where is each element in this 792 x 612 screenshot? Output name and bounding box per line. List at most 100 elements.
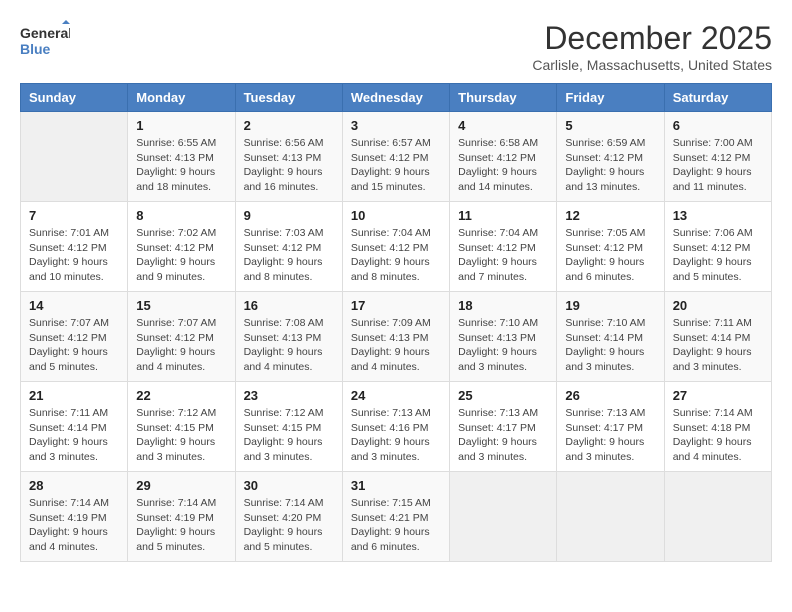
day-info: Sunrise: 7:12 AMSunset: 4:15 PMDaylight:… [136, 406, 226, 465]
day-info: Sunrise: 7:03 AMSunset: 4:12 PMDaylight:… [244, 226, 334, 285]
day-info: Sunrise: 6:57 AMSunset: 4:12 PMDaylight:… [351, 136, 441, 195]
day-info: Sunrise: 7:05 AMSunset: 4:12 PMDaylight:… [565, 226, 655, 285]
day-info: Sunrise: 6:59 AMSunset: 4:12 PMDaylight:… [565, 136, 655, 195]
day-number: 16 [244, 298, 334, 313]
day-info: Sunrise: 7:10 AMSunset: 4:13 PMDaylight:… [458, 316, 548, 375]
calendar-cell: 23 Sunrise: 7:12 AMSunset: 4:15 PMDayligh… [235, 382, 342, 472]
day-info: Sunrise: 7:11 AMSunset: 4:14 PMDaylight:… [673, 316, 763, 375]
day-number: 24 [351, 388, 441, 403]
calendar-cell: 10 Sunrise: 7:04 AMSunset: 4:12 PMDayligh… [342, 202, 449, 292]
day-info: Sunrise: 7:12 AMSunset: 4:15 PMDaylight:… [244, 406, 334, 465]
calendar-cell: 9 Sunrise: 7:03 AMSunset: 4:12 PMDaylight… [235, 202, 342, 292]
calendar-cell: 29 Sunrise: 7:14 AMSunset: 4:19 PMDayligh… [128, 472, 235, 562]
calendar-week-row: 7 Sunrise: 7:01 AMSunset: 4:12 PMDaylight… [21, 202, 772, 292]
day-number: 4 [458, 118, 548, 133]
calendar-cell: 2 Sunrise: 6:56 AMSunset: 4:13 PMDaylight… [235, 112, 342, 202]
day-info: Sunrise: 7:00 AMSunset: 4:12 PMDaylight:… [673, 136, 763, 195]
calendar-cell [557, 472, 664, 562]
day-number: 12 [565, 208, 655, 223]
day-info: Sunrise: 6:55 AMSunset: 4:13 PMDaylight:… [136, 136, 226, 195]
day-info: Sunrise: 7:08 AMSunset: 4:13 PMDaylight:… [244, 316, 334, 375]
day-number: 7 [29, 208, 119, 223]
svg-text:Blue: Blue [20, 41, 51, 57]
day-number: 25 [458, 388, 548, 403]
logo-svg: General Blue [20, 20, 70, 65]
calendar-cell: 14Sunrise: 7:07 AMSunset: 4:12 PMDayligh… [21, 292, 128, 382]
day-number: 22 [136, 388, 226, 403]
month-title: December 2025 [532, 20, 772, 57]
calendar-cell: 25 Sunrise: 7:13 AMSunset: 4:17 PMDayligh… [450, 382, 557, 472]
day-number: 18 [458, 298, 548, 313]
day-info: Sunrise: 6:58 AMSunset: 4:12 PMDaylight:… [458, 136, 548, 195]
calendar-cell: 11Sunrise: 7:04 AMSunset: 4:12 PMDayligh… [450, 202, 557, 292]
day-info: Sunrise: 7:07 AMSunset: 4:12 PMDaylight:… [29, 316, 119, 375]
calendar-cell: 4 Sunrise: 6:58 AMSunset: 4:12 PMDaylight… [450, 112, 557, 202]
day-info: Sunrise: 7:06 AMSunset: 4:12 PMDaylight:… [673, 226, 763, 285]
calendar-cell: 8 Sunrise: 7:02 AMSunset: 4:12 PMDaylight… [128, 202, 235, 292]
calendar-cell: 18 Sunrise: 7:10 AMSunset: 4:13 PMDayligh… [450, 292, 557, 382]
day-number: 15 [136, 298, 226, 313]
day-number: 8 [136, 208, 226, 223]
day-number: 30 [244, 478, 334, 493]
day-number: 2 [244, 118, 334, 133]
weekday-header: Thursday [450, 84, 557, 112]
day-info: Sunrise: 7:14 AMSunset: 4:20 PMDaylight:… [244, 496, 334, 555]
day-number: 10 [351, 208, 441, 223]
calendar-cell: 16 Sunrise: 7:08 AMSunset: 4:13 PMDayligh… [235, 292, 342, 382]
calendar-cell [450, 472, 557, 562]
day-number: 13 [673, 208, 763, 223]
day-info: Sunrise: 7:14 AMSunset: 4:19 PMDaylight:… [136, 496, 226, 555]
weekday-header: Saturday [664, 84, 771, 112]
day-number: 11 [458, 208, 548, 223]
day-number: 20 [673, 298, 763, 313]
calendar-cell: 31Sunrise: 7:15 AMSunset: 4:21 PMDayligh… [342, 472, 449, 562]
location: Carlisle, Massachusetts, United States [532, 57, 772, 73]
calendar-table: SundayMondayTuesdayWednesdayThursdayFrid… [20, 83, 772, 562]
calendar-cell: 7 Sunrise: 7:01 AMSunset: 4:12 PMDaylight… [21, 202, 128, 292]
calendar-week-row: 14Sunrise: 7:07 AMSunset: 4:12 PMDayligh… [21, 292, 772, 382]
day-info: Sunrise: 7:13 AMSunset: 4:17 PMDaylight:… [565, 406, 655, 465]
day-number: 5 [565, 118, 655, 133]
calendar-cell [664, 472, 771, 562]
day-number: 27 [673, 388, 763, 403]
page-header: General Blue December 2025 Carlisle, Mas… [20, 20, 772, 73]
day-number: 1 [136, 118, 226, 133]
calendar-cell: 15 Sunrise: 7:07 AMSunset: 4:12 PMDayligh… [128, 292, 235, 382]
calendar-header: SundayMondayTuesdayWednesdayThursdayFrid… [21, 84, 772, 112]
calendar-cell: 6Sunrise: 7:00 AMSunset: 4:12 PMDaylight… [664, 112, 771, 202]
day-number: 19 [565, 298, 655, 313]
calendar-week-row: 1 Sunrise: 6:55 AMSunset: 4:13 PMDaylight… [21, 112, 772, 202]
day-number: 23 [244, 388, 334, 403]
day-info: Sunrise: 6:56 AMSunset: 4:13 PMDaylight:… [244, 136, 334, 195]
calendar-cell: 27 Sunrise: 7:14 AMSunset: 4:18 PMDayligh… [664, 382, 771, 472]
day-info: Sunrise: 7:02 AMSunset: 4:12 PMDaylight:… [136, 226, 226, 285]
weekday-header: Wednesday [342, 84, 449, 112]
day-number: 9 [244, 208, 334, 223]
day-info: Sunrise: 7:04 AMSunset: 4:12 PMDaylight:… [351, 226, 441, 285]
day-number: 31 [351, 478, 441, 493]
day-info: Sunrise: 7:13 AMSunset: 4:16 PMDaylight:… [351, 406, 441, 465]
calendar-cell: 22 Sunrise: 7:12 AMSunset: 4:15 PMDayligh… [128, 382, 235, 472]
day-number: 26 [565, 388, 655, 403]
weekday-header: Monday [128, 84, 235, 112]
calendar-cell: 3Sunrise: 6:57 AMSunset: 4:12 PMDaylight… [342, 112, 449, 202]
calendar-cell: 13 Sunrise: 7:06 AMSunset: 4:12 PMDayligh… [664, 202, 771, 292]
calendar-cell [21, 112, 128, 202]
calendar-cell: 30 Sunrise: 7:14 AMSunset: 4:20 PMDayligh… [235, 472, 342, 562]
day-number: 28 [29, 478, 119, 493]
weekday-header: Sunday [21, 84, 128, 112]
calendar-cell: 17Sunrise: 7:09 AMSunset: 4:13 PMDayligh… [342, 292, 449, 382]
weekday-header: Tuesday [235, 84, 342, 112]
svg-text:General: General [20, 25, 70, 41]
calendar-cell: 26 Sunrise: 7:13 AMSunset: 4:17 PMDayligh… [557, 382, 664, 472]
day-info: Sunrise: 7:11 AMSunset: 4:14 PMDaylight:… [29, 406, 119, 465]
day-info: Sunrise: 7:07 AMSunset: 4:12 PMDaylight:… [136, 316, 226, 375]
day-number: 17 [351, 298, 441, 313]
day-info: Sunrise: 7:14 AMSunset: 4:19 PMDaylight:… [29, 496, 119, 555]
day-info: Sunrise: 7:01 AMSunset: 4:12 PMDaylight:… [29, 226, 119, 285]
day-number: 29 [136, 478, 226, 493]
day-number: 21 [29, 388, 119, 403]
calendar-cell: 19Sunrise: 7:10 AMSunset: 4:14 PMDayligh… [557, 292, 664, 382]
day-info: Sunrise: 7:14 AMSunset: 4:18 PMDaylight:… [673, 406, 763, 465]
day-info: Sunrise: 7:13 AMSunset: 4:17 PMDaylight:… [458, 406, 548, 465]
